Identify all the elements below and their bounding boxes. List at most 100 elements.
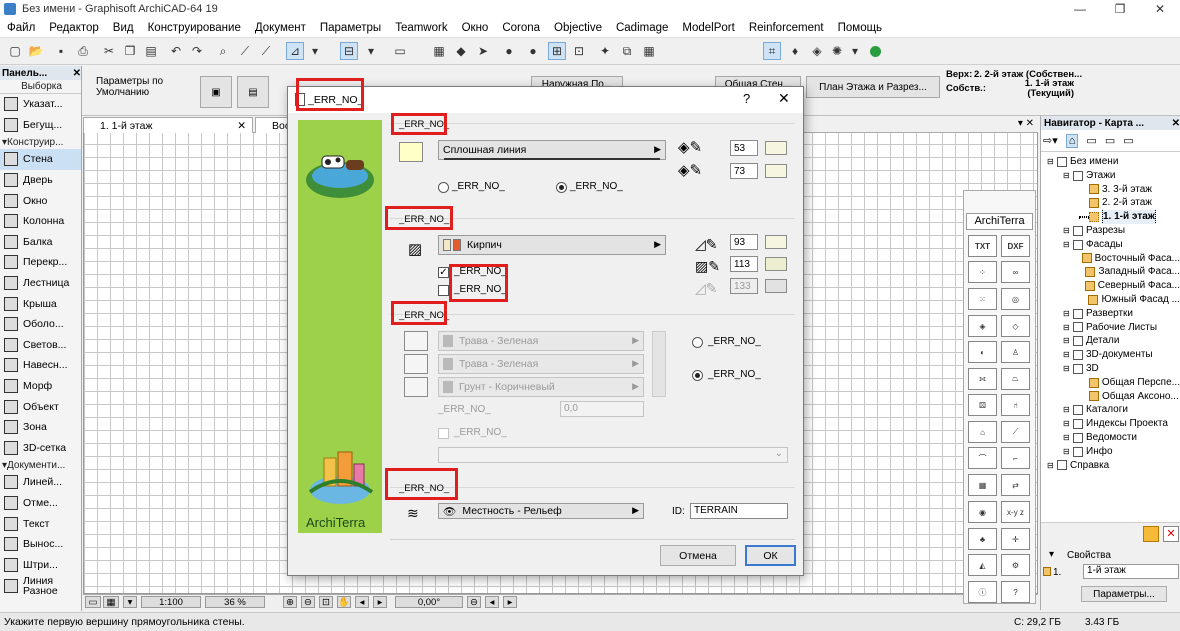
trees-icon[interactable]: ♣ — [968, 528, 997, 550]
fill-pen-2-color[interactable] — [765, 257, 787, 271]
snap-guides-icon[interactable]: ⊿ — [286, 42, 304, 60]
tree-expander-icon[interactable]: ⊟ — [1063, 445, 1073, 459]
tree-item[interactable]: ⊟ 3D — [1041, 362, 1180, 376]
line-pen-1-field[interactable]: 53 — [730, 140, 758, 156]
menu-reinforcement[interactable]: Reinforcement — [742, 22, 831, 34]
line-pen-2-field[interactable]: 73 — [730, 163, 758, 179]
settings-icon[interactable]: ✺ — [828, 42, 846, 60]
publisher-icon[interactable]: ▭ — [1123, 134, 1133, 147]
find-select-icon[interactable]: ⌕ — [214, 42, 232, 60]
road-icon[interactable]: ◐ — [968, 341, 997, 363]
material-icon[interactable]: ◈ — [808, 42, 826, 60]
tree-item[interactable]: 2. 2-й этаж — [1041, 196, 1180, 210]
tab-east-elevation[interactable]: Вос — [255, 117, 290, 133]
tree-expander-icon[interactable]: ⊟ — [1063, 334, 1073, 348]
render-icon[interactable]: ♦ — [786, 42, 804, 60]
tree-expander-icon[interactable]: ⊟ — [1063, 224, 1073, 238]
tabs-menu-icon[interactable]: ▾ ✕ — [1018, 118, 1034, 129]
suspend-groups-icon[interactable]: ▭ — [391, 42, 409, 60]
offset-field[interactable]: 0,0 — [560, 401, 644, 417]
tree-item[interactable]: Северный Фаса... — [1041, 279, 1180, 293]
line-radio-2[interactable] — [556, 182, 567, 193]
tool-door[interactable]: Дверь — [0, 170, 81, 191]
next-zoom-icon[interactable]: ▸ — [373, 596, 387, 608]
close-window-button[interactable]: ✕ — [1140, 0, 1180, 18]
publish-icon[interactable]: ⇨▾ — [1043, 134, 1058, 147]
open-file-icon[interactable]: 📂 — [27, 42, 45, 60]
angle-value[interactable]: 0,00° — [395, 596, 463, 608]
pan-icon[interactable]: ✦ — [596, 42, 614, 60]
vehicle-icon[interactable]: ◭ — [968, 554, 997, 576]
fill-pen-3-field[interactable]: 133 — [730, 278, 758, 294]
scatter-icon[interactable]: ⁙ — [968, 288, 997, 310]
surface-radio-2[interactable] — [692, 370, 703, 381]
snap-dropdown-icon[interactable]: ▾ — [306, 42, 324, 60]
tree-item[interactable]: Восточный Фаса... — [1041, 252, 1180, 266]
tree-item[interactable]: ⊟ Каталоги — [1041, 403, 1180, 417]
tree-expander-icon[interactable]: ⊟ — [1047, 155, 1057, 169]
tree-expander-icon[interactable]: ⊟ — [1063, 431, 1073, 445]
chain-link-icon[interactable] — [652, 331, 666, 397]
tool-misc[interactable]: Линия Разное — [0, 575, 81, 597]
save-icon[interactable]: ▪ — [52, 42, 70, 60]
copy-icon[interactable]: ❐ — [121, 42, 139, 60]
surface-radio-1[interactable] — [692, 337, 703, 348]
redo-icon[interactable]: ↷ — [188, 42, 206, 60]
dialog-close-button[interactable]: ✕ — [778, 90, 790, 107]
pan-view-icon[interactable]: ✋ — [337, 596, 351, 608]
compass-icon[interactable]: ✛ — [1001, 528, 1030, 550]
tool-column[interactable]: Колонна — [0, 211, 81, 232]
chair-icon[interactable]: ⑁ — [1001, 394, 1030, 416]
fill-pen-1-field[interactable]: 93 — [730, 234, 758, 250]
zoom-icon[interactable]: ⊡ — [570, 42, 588, 60]
menu-help[interactable]: Помощь — [831, 22, 889, 34]
menu-modelport[interactable]: ModelPort — [675, 22, 741, 34]
view-map-icon[interactable]: ▭ — [1086, 134, 1096, 147]
print-icon[interactable]: ⎙ — [74, 42, 92, 60]
zoom-value[interactable]: 36 % — [205, 596, 265, 608]
tree-item[interactable]: ⊟ Этажи — [1041, 169, 1180, 183]
tool-line[interactable]: Линей... — [0, 472, 81, 493]
tree-item[interactable]: ⊟ Фасады — [1041, 238, 1180, 252]
tool-wall[interactable]: Стена — [0, 149, 81, 170]
scale-value[interactable]: 1:100 — [141, 596, 201, 608]
tool-text[interactable]: Текст — [0, 513, 81, 534]
menu-file[interactable]: Файл — [0, 22, 42, 34]
select-section[interactable]: Выборка — [0, 80, 81, 94]
menu-window[interactable]: Окно — [455, 22, 496, 34]
tree-item[interactable]: 1. 1-й этаж — [1041, 210, 1180, 224]
tree-expander-icon[interactable]: ⊟ — [1063, 348, 1073, 362]
line-pen-1-color[interactable] — [765, 141, 787, 155]
points-icon[interactable]: ⁘ — [968, 261, 997, 283]
view-3d-icon[interactable]: ⌗ — [763, 42, 781, 60]
layer-combo[interactable]: 👁 Местность - Рельеф ▶ — [438, 503, 644, 519]
tree-expander-icon[interactable]: ⊟ — [1063, 238, 1073, 252]
fit-window-icon[interactable]: ⊡ — [319, 596, 333, 608]
layout-icon[interactable]: ▦ — [103, 596, 119, 608]
tree-item[interactable]: ⊟ Без имени — [1041, 155, 1180, 169]
paste-icon[interactable]: ▤ — [142, 42, 160, 60]
eyedropper-icon[interactable]: ⟋ — [236, 42, 254, 60]
tree-expander-icon[interactable]: ⊟ — [1063, 362, 1073, 376]
tree-expander-icon[interactable]: ⊟ — [1063, 169, 1073, 183]
restore-button[interactable]: ❐ — [1100, 0, 1140, 18]
wall-type-button[interactable]: ▣ — [200, 76, 232, 108]
page-icon[interactable]: ▭ — [85, 596, 101, 608]
trace-ref-icon[interactable]: ● — [524, 42, 542, 60]
help-doc-icon[interactable]: ? — [1001, 581, 1030, 603]
tool-label[interactable]: Вынос... — [0, 534, 81, 555]
eye-layers-icon[interactable]: ◉ — [968, 501, 997, 523]
zoom-in-icon[interactable]: ⊕ — [283, 596, 297, 608]
tree-item[interactable]: Общая Аксоно... — [1041, 390, 1180, 404]
transfer-icon[interactable]: ⇄ — [1001, 474, 1030, 496]
teamwork-icon[interactable]: ◆ — [452, 42, 470, 60]
section-profile-icon[interactable]: ⏢ — [1001, 368, 1030, 390]
terrain-edit-icon[interactable]: ◇ — [1001, 315, 1030, 337]
tree-item[interactable]: ⊟ Индексы Проекта — [1041, 417, 1180, 431]
more-dropdown-icon[interactable]: ▾ — [846, 42, 864, 60]
surface-1-combo[interactable]: Трава - Зеленая ▶ — [438, 331, 644, 351]
new-file-icon[interactable]: ▢ — [6, 42, 24, 60]
tool-beam[interactable]: Балка — [0, 232, 81, 253]
green-circle-icon[interactable] — [866, 42, 884, 60]
tree-item[interactable]: ⊟ 3D-документы — [1041, 348, 1180, 362]
